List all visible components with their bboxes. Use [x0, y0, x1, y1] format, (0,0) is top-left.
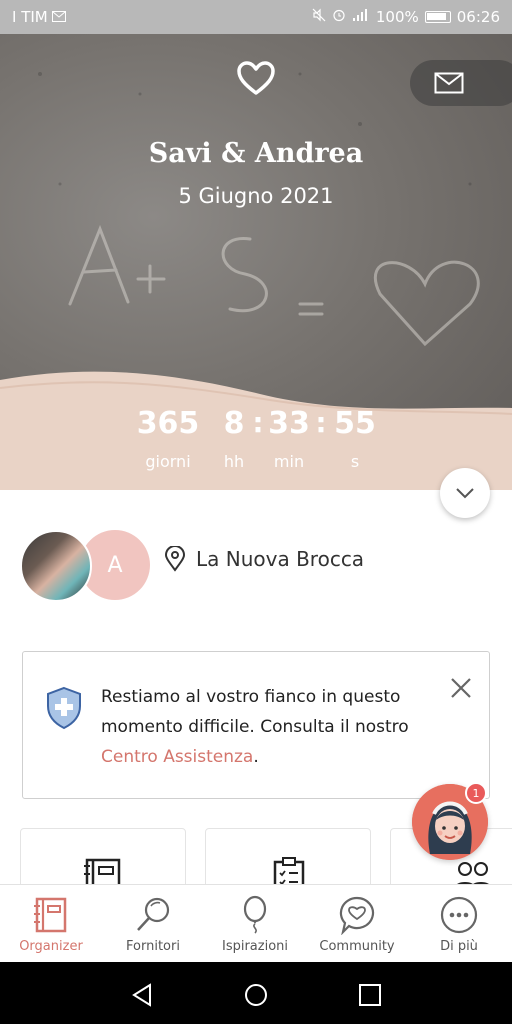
countdown-seconds: 55 [334, 406, 376, 441]
more-icon [440, 896, 478, 934]
nav-ispirazioni[interactable]: Ispirazioni [204, 885, 306, 963]
system-navigation-bar [0, 962, 512, 1024]
hero-banner: Savi & Andrea 5 Giugno 2021 365 8 : 33 :… [0, 34, 512, 490]
balloon-icon [243, 895, 267, 934]
battery-percent: 100% [375, 8, 419, 26]
clock: 06:26 [456, 8, 500, 26]
wedding-date: 5 Giugno 2021 [178, 184, 334, 208]
nav-organizer[interactable]: Organizer [0, 885, 102, 963]
status-bar: I TIM 100% 06:26 [0, 0, 512, 34]
countdown-minutes-label: min [273, 452, 305, 471]
heart-logo-icon [237, 61, 275, 95]
envelope-icon [434, 72, 464, 94]
venue-name: La Nuova Brocca [196, 547, 365, 571]
chat-heart-icon [339, 896, 375, 935]
nav-community-label: Community [319, 939, 395, 954]
nav-di-piu-label: Di più [440, 939, 478, 954]
close-icon[interactable] [449, 676, 473, 700]
nav-ispirazioni-label: Ispirazioni [221, 939, 289, 954]
notice-text-block: Restiamo al vostro fianco in questo mome… [101, 682, 431, 772]
back-icon[interactable] [130, 982, 154, 1008]
signal-icon [352, 8, 370, 26]
partner-initial: A [107, 552, 123, 578]
countdown-days-label: giorni [145, 452, 191, 471]
countdown-minutes: 33 [268, 406, 310, 441]
home-icon[interactable] [244, 983, 268, 1007]
countdown-separator: : [315, 406, 327, 439]
nav-fornitori[interactable]: Fornitori [102, 885, 204, 963]
notice-suffix: . [253, 747, 259, 767]
avatar-photo[interactable] [20, 530, 92, 602]
nav-community[interactable]: Community [306, 885, 408, 963]
notification-badge: 1 [465, 782, 487, 804]
location-pin-icon [164, 546, 186, 572]
nav-di-piu[interactable]: Di più [408, 885, 510, 963]
venue-link[interactable]: La Nuova Brocca [164, 546, 364, 572]
expand-header-button[interactable] [440, 468, 490, 518]
help-center-link[interactable]: Centro Assistenza [101, 747, 253, 767]
bottom-nav: Organizer Fornitori Ispirazioni Communit… [0, 884, 512, 962]
chevron-down-icon [456, 488, 474, 499]
carrier-label: I TIM [12, 8, 48, 26]
countdown-hours: 8 [223, 406, 245, 441]
battery-icon [424, 11, 451, 23]
couple-names: Savi & Andrea [148, 138, 364, 169]
nav-fornitori-label: Fornitori [126, 939, 180, 954]
countdown-days: 365 [136, 406, 200, 441]
recents-icon[interactable] [358, 983, 382, 1007]
assistance-notice-card: Restiamo al vostro fianco in questo mome… [22, 651, 490, 799]
countdown-hours-label: hh [223, 452, 245, 471]
nav-organizer-label: Organizer [19, 939, 83, 954]
search-icon [137, 897, 170, 931]
notice-text: Restiamo al vostro fianco in questo mome… [101, 687, 409, 737]
countdown-seconds-label: s [350, 452, 360, 471]
organizer-icon [34, 897, 67, 933]
alarm-icon [332, 8, 346, 26]
shield-icon [47, 686, 81, 730]
mute-icon [312, 8, 326, 26]
message-icon [51, 8, 66, 26]
messages-button[interactable] [410, 60, 512, 106]
